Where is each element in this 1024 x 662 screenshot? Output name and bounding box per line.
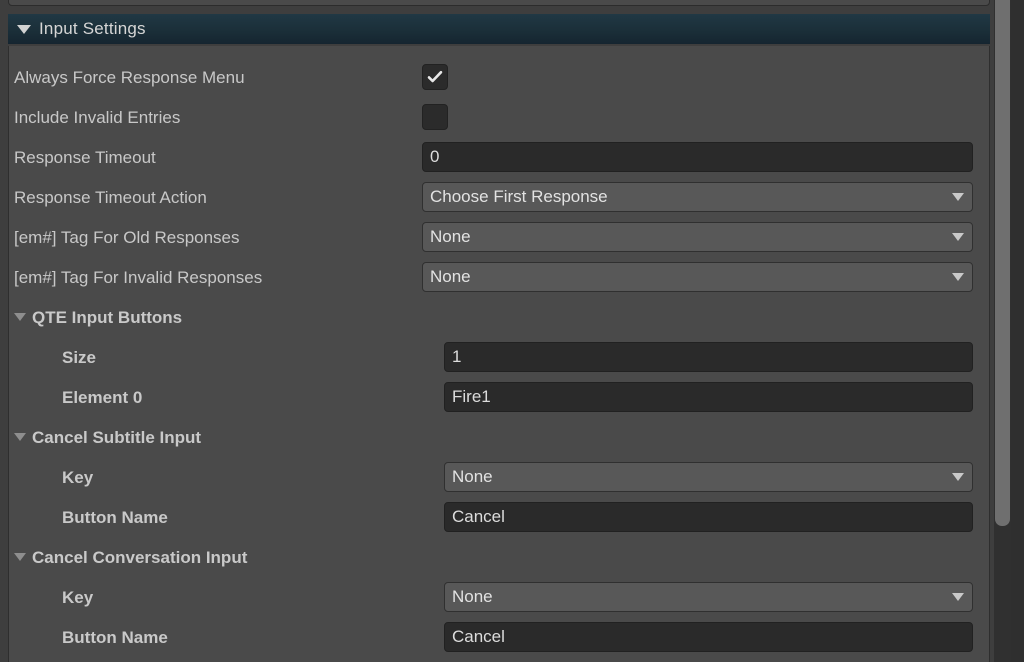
previous-section-box-edge (8, 0, 990, 6)
checkbox[interactable] (422, 104, 448, 130)
control-slot: None (422, 222, 973, 252)
property-row: Cancel Subtitle Input (0, 417, 982, 457)
property-label: Button Name (62, 627, 168, 647)
dropdown-value: None (452, 467, 493, 486)
dropdown-value: None (452, 587, 493, 606)
property-label: Response Timeout Action (14, 187, 207, 207)
property-label: Cancel Subtitle Input (32, 427, 202, 447)
dropdown-value: None (430, 267, 471, 286)
section-title: Input Settings (39, 19, 146, 38)
triangle-down-icon[interactable] (14, 313, 26, 321)
chevron-down-icon (952, 193, 964, 201)
triangle-down-icon[interactable] (14, 433, 26, 441)
text-input[interactable]: 0 (422, 142, 973, 172)
control-slot: Fire1 (444, 382, 973, 412)
property-label: Size (62, 347, 97, 367)
control-slot: None (444, 582, 973, 612)
property-label: [em#] Tag For Old Responses (14, 227, 240, 247)
property-label: Key (62, 587, 94, 607)
control-slot: Cancel (444, 502, 973, 532)
property-row: Cancel Conversation Input (0, 537, 982, 577)
chevron-down-icon (952, 473, 964, 481)
dropdown[interactable]: None (444, 582, 973, 612)
control-slot (422, 102, 448, 132)
chevron-down-icon (952, 273, 964, 281)
property-label: Element 0 (62, 387, 143, 407)
property-label: Response Timeout (14, 147, 156, 167)
property-label: Include Invalid Entries (14, 107, 181, 127)
property-label: Button Name (62, 507, 168, 527)
dropdown-value: None (430, 227, 471, 246)
dropdown[interactable]: None (422, 222, 973, 252)
inspector-panel: Input Settings Always Force Response Men… (0, 0, 1024, 662)
checkbox[interactable] (422, 64, 448, 90)
chevron-down-icon (952, 593, 964, 601)
property-row: Include Invalid Entries (0, 97, 982, 137)
control-slot: Choose First Response (422, 182, 973, 212)
control-slot: 1 (444, 342, 973, 372)
triangle-down-icon[interactable] (17, 24, 31, 34)
control-slot (422, 62, 448, 92)
check-icon (427, 70, 443, 83)
text-input[interactable]: Cancel (444, 502, 973, 532)
window-right-edge (1011, 0, 1024, 662)
dropdown[interactable]: None (422, 262, 973, 292)
control-slot: 0 (422, 142, 973, 172)
property-row: QTE Input Buttons (0, 297, 982, 337)
dropdown[interactable]: Choose First Response (422, 182, 973, 212)
property-label: Always Force Response Menu (14, 67, 245, 87)
triangle-down-icon[interactable] (14, 553, 26, 561)
text-input[interactable]: Fire1 (444, 382, 973, 412)
dropdown[interactable]: None (444, 462, 973, 492)
property-label: QTE Input Buttons (32, 307, 183, 327)
property-label: Cancel Conversation Input (32, 547, 248, 567)
text-input[interactable]: Cancel (444, 622, 973, 652)
control-slot: None (422, 262, 973, 292)
control-slot: Cancel (444, 622, 973, 652)
section-header-input-settings[interactable]: Input Settings (8, 14, 990, 44)
chevron-down-icon (952, 233, 964, 241)
vertical-scrollbar-thumb[interactable] (995, 0, 1010, 526)
property-label: [em#] Tag For Invalid Responses (14, 267, 263, 287)
property-row: Always Force Response Menu (0, 57, 982, 97)
dropdown-value: Choose First Response (430, 187, 608, 206)
property-label: Key (62, 467, 94, 487)
text-input[interactable]: 1 (444, 342, 973, 372)
control-slot: None (444, 462, 973, 492)
